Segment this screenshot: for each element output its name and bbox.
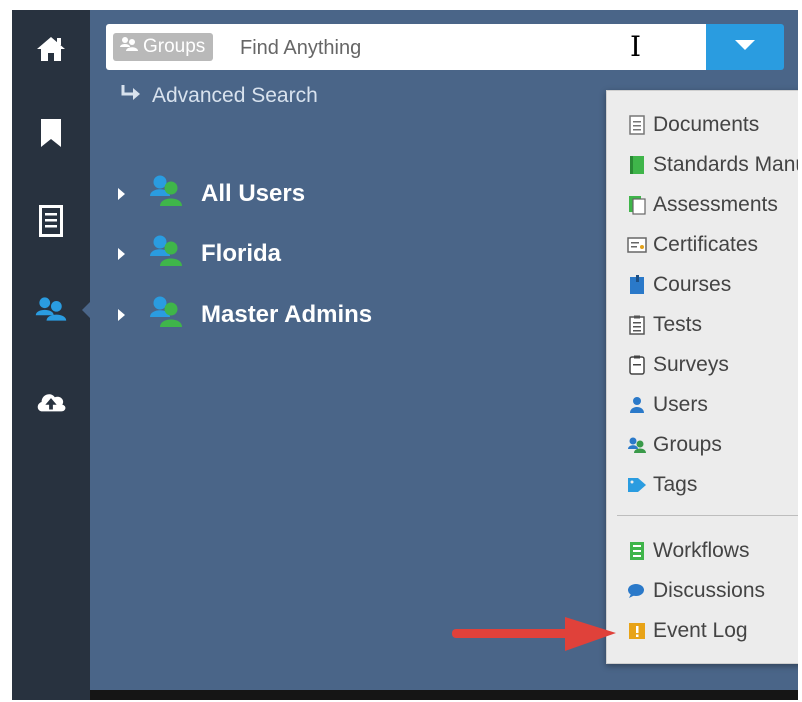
event-log-icon	[627, 621, 647, 641]
main-panel: Groups I Advanced Search All Users	[90, 10, 798, 690]
menu-item-label: Tags	[653, 473, 698, 496]
search-input[interactable]	[238, 29, 692, 67]
tree-item-all-users[interactable]: All Users	[118, 174, 305, 214]
tree-item-label: Master Admins	[201, 301, 373, 328]
tag-icon	[627, 475, 647, 495]
menu-item-certificates[interactable]: Certificates	[627, 227, 758, 263]
search-scope-label: Groups	[143, 36, 206, 57]
menu-item-label: Event Log	[653, 619, 748, 642]
survey-icon	[627, 355, 647, 375]
text-cursor-icon: I	[630, 30, 642, 63]
advanced-search-link[interactable]: Advanced Search	[120, 84, 318, 108]
menu-item-label: Groups	[653, 433, 722, 456]
menu-item-groups[interactable]: Groups	[627, 427, 722, 463]
search-type-menu: Documents Standards Manuals Assessments …	[606, 90, 798, 664]
menu-item-label: Certificates	[653, 233, 759, 256]
home-icon[interactable]	[34, 32, 68, 66]
users-icon[interactable]	[34, 292, 68, 326]
test-icon	[627, 315, 647, 335]
bookmark-icon[interactable]	[34, 116, 68, 150]
menu-item-label: Discussions	[653, 579, 766, 602]
menu-item-courses[interactable]: Courses	[627, 267, 731, 303]
menu-item-workflows[interactable]: Workflows	[627, 533, 749, 569]
app-window: Groups I Advanced Search All Users	[12, 10, 798, 700]
tree-item-label: All Users	[201, 180, 306, 207]
menu-item-tests[interactable]: Tests	[627, 307, 702, 343]
menu-item-label: Assessments	[653, 193, 778, 216]
menu-item-users[interactable]: Users	[627, 387, 708, 423]
search-bar: Groups I	[106, 24, 722, 70]
menu-item-discussions[interactable]: Discussions	[627, 573, 765, 609]
menu-item-label: Surveys	[653, 353, 729, 376]
menu-item-label: Workflows	[653, 539, 750, 562]
manual-icon	[627, 155, 647, 175]
assessment-icon	[627, 195, 647, 215]
menu-item-documents[interactable]: Documents	[627, 107, 759, 143]
menu-item-label: Users	[653, 393, 708, 416]
menu-item-surveys[interactable]: Surveys	[627, 347, 729, 383]
document-list-icon[interactable]	[34, 204, 68, 238]
menu-item-standards-manuals[interactable]: Standards Manuals	[627, 147, 798, 183]
group-icon	[149, 234, 185, 275]
document-icon	[627, 115, 647, 135]
menu-item-label: Courses	[653, 273, 732, 296]
search-scope-badge[interactable]: Groups	[113, 33, 214, 61]
return-arrow-icon	[120, 84, 142, 108]
active-indicator	[82, 302, 90, 318]
menu-item-assessments[interactable]: Assessments	[627, 187, 778, 223]
user-icon	[627, 395, 647, 415]
group-icon	[149, 174, 185, 215]
group-icon	[149, 295, 185, 336]
menu-item-label: Documents	[653, 113, 760, 136]
search-dropdown-button[interactable]	[706, 24, 784, 70]
chevron-down-icon	[734, 38, 756, 56]
menu-item-tags[interactable]: Tags	[627, 467, 697, 503]
menu-divider	[617, 515, 798, 516]
annotation-arrow-icon	[450, 615, 620, 660]
sidebar	[12, 10, 90, 700]
groups-icon	[627, 435, 647, 455]
tree-item-florida[interactable]: Florida	[118, 234, 281, 274]
tree-item-label: Florida	[201, 240, 282, 267]
cloud-upload-icon[interactable]	[34, 384, 68, 418]
tree-item-master-admins[interactable]: Master Admins	[118, 295, 372, 335]
workflow-icon	[627, 541, 647, 561]
groups-icon	[119, 36, 139, 58]
course-icon	[627, 275, 647, 295]
expand-arrow-icon[interactable]	[118, 188, 125, 200]
expand-arrow-icon[interactable]	[118, 248, 125, 260]
menu-item-label: Standards Manuals	[653, 153, 798, 176]
discussion-icon	[627, 581, 647, 601]
menu-item-event-log[interactable]: Event Log	[627, 613, 748, 649]
expand-arrow-icon[interactable]	[118, 309, 125, 321]
menu-item-label: Tests	[653, 313, 703, 336]
certificate-icon	[627, 235, 647, 255]
advanced-search-label: Advanced Search	[152, 84, 318, 107]
